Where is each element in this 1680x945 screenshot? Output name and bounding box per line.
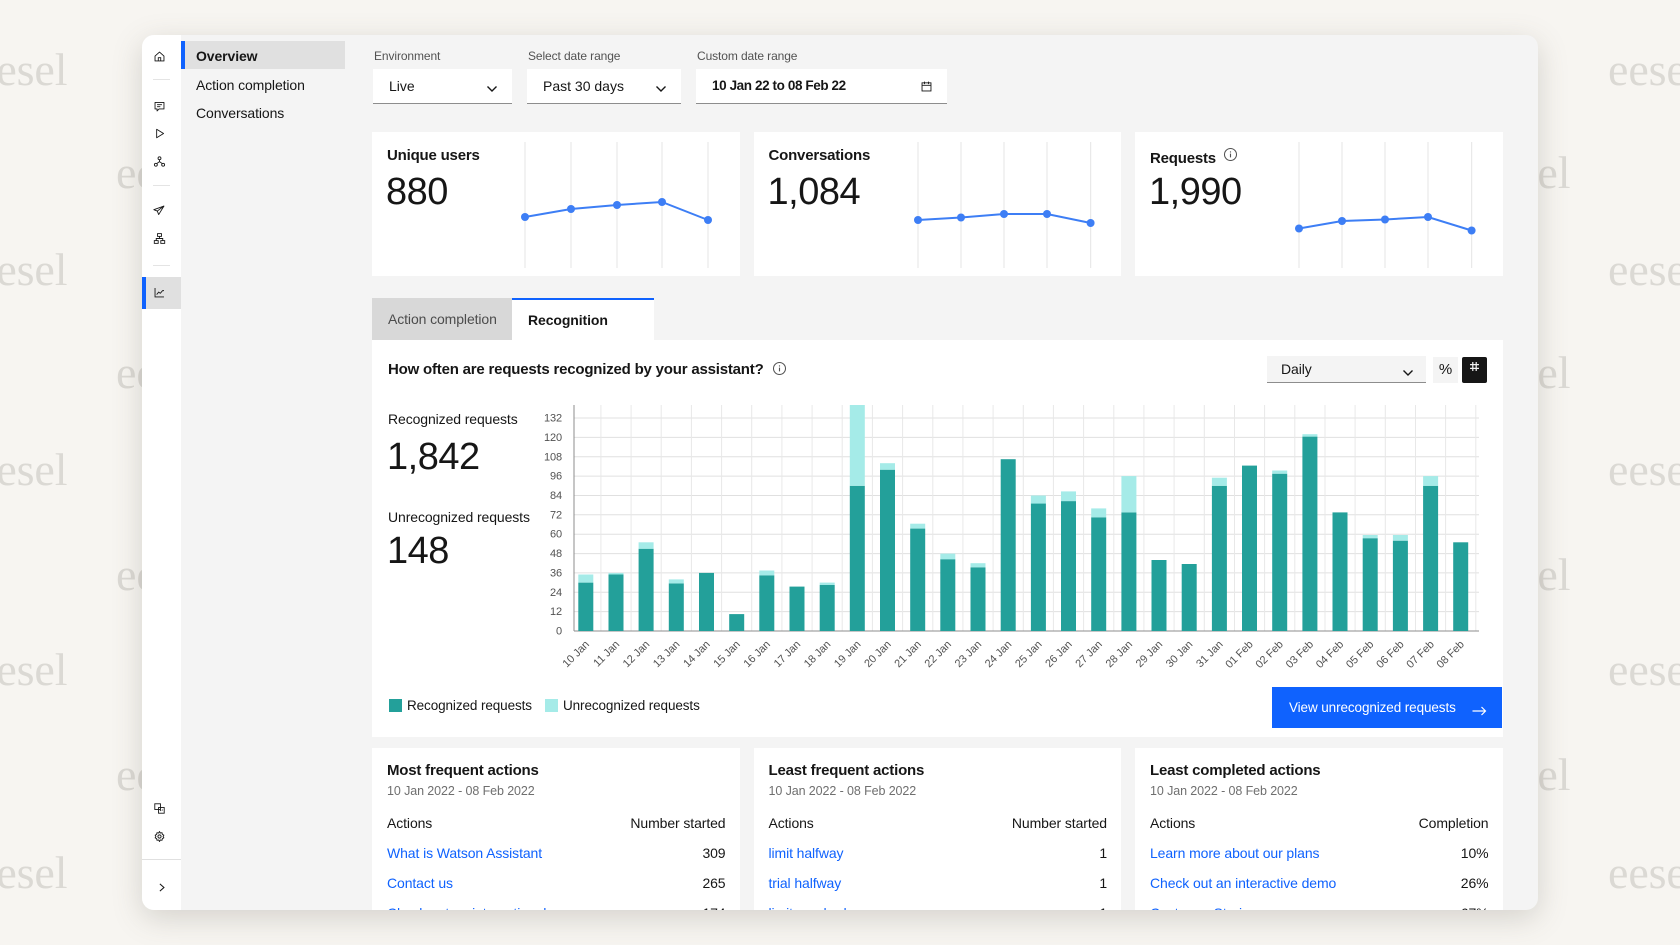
svg-text:08 Feb: 08 Feb [1435, 639, 1467, 671]
svg-text:120: 120 [544, 432, 562, 444]
svg-text:96: 96 [550, 471, 562, 483]
svg-text:06 Feb: 06 Feb [1374, 639, 1406, 671]
svg-text:03 Feb: 03 Feb [1284, 639, 1316, 671]
svg-text:04 Feb: 04 Feb [1314, 639, 1346, 671]
svg-text:72: 72 [550, 509, 562, 521]
svg-text:21 Jan: 21 Jan [892, 639, 923, 670]
svg-text:84: 84 [550, 490, 562, 502]
svg-text:27 Jan: 27 Jan [1073, 639, 1104, 670]
svg-text:18 Jan: 18 Jan [802, 639, 833, 670]
svg-text:17 Jan: 17 Jan [772, 639, 803, 670]
svg-text:25 Jan: 25 Jan [1013, 639, 1044, 670]
svg-text:07 Feb: 07 Feb [1404, 639, 1436, 671]
svg-text:15 Jan: 15 Jan [711, 639, 742, 670]
svg-text:12: 12 [550, 606, 562, 618]
svg-text:108: 108 [544, 451, 562, 463]
svg-text:12 Jan: 12 Jan [621, 639, 652, 670]
svg-text:36: 36 [550, 567, 562, 579]
svg-text:02 Feb: 02 Feb [1254, 639, 1286, 671]
svg-text:30 Jan: 30 Jan [1164, 639, 1195, 670]
svg-text:28 Jan: 28 Jan [1104, 639, 1135, 670]
svg-text:48: 48 [550, 548, 562, 560]
svg-text:20 Jan: 20 Jan [862, 639, 893, 670]
svg-text:29 Jan: 29 Jan [1134, 639, 1165, 670]
svg-text:01 Feb: 01 Feb [1223, 639, 1255, 671]
svg-text:16 Jan: 16 Jan [741, 639, 772, 670]
svg-text:60: 60 [550, 529, 562, 541]
svg-text:26 Jan: 26 Jan [1043, 639, 1074, 670]
svg-text:22 Jan: 22 Jan [922, 639, 953, 670]
svg-text:11 Jan: 11 Jan [591, 639, 622, 670]
svg-text:24: 24 [550, 587, 562, 599]
svg-text:132: 132 [544, 413, 562, 425]
svg-text:24 Jan: 24 Jan [983, 639, 1014, 670]
svg-text:23 Jan: 23 Jan [953, 639, 984, 670]
svg-text:14 Jan: 14 Jan [681, 639, 712, 670]
svg-text:05 Feb: 05 Feb [1344, 639, 1376, 671]
svg-text:10 Jan: 10 Jan [560, 639, 591, 670]
svg-text:0: 0 [556, 626, 562, 638]
svg-text:19 Jan: 19 Jan [832, 639, 863, 670]
svg-text:13 Jan: 13 Jan [651, 639, 682, 670]
svg-text:31 Jan: 31 Jan [1194, 639, 1225, 670]
